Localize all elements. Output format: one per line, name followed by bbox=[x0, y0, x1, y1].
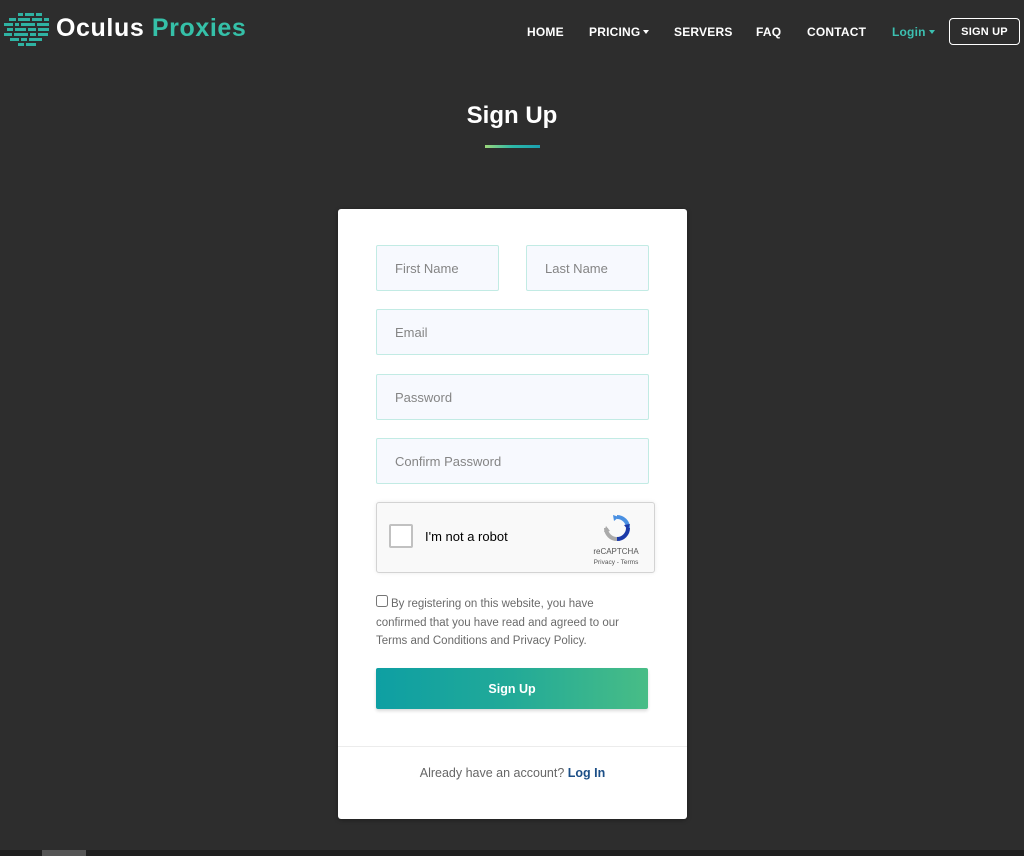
nav-servers[interactable]: SERVERS bbox=[674, 24, 733, 40]
recaptcha-checkbox[interactable] bbox=[389, 524, 413, 548]
caret-down-icon bbox=[928, 30, 935, 34]
nav-contact[interactable]: CONTACT bbox=[807, 24, 866, 40]
brand-name: Oculus Proxies bbox=[56, 13, 247, 42]
nav-faq[interactable]: FAQ bbox=[756, 24, 781, 40]
top-navbar: Oculus Proxies HOME PRICING SERVERS FAQ … bbox=[0, 0, 1024, 62]
recaptcha-terms-link[interactable]: Terms bbox=[621, 559, 639, 566]
nav-login-label: Login bbox=[892, 25, 926, 39]
signup-submit-button[interactable]: Sign Up bbox=[376, 668, 648, 709]
nav-pricing-label: PRICING bbox=[589, 25, 641, 39]
login-link[interactable]: Log In bbox=[568, 766, 606, 780]
login-prompt: Already have an account? Log In bbox=[338, 766, 687, 780]
recaptcha-widget: I'm not a robot reCAPTCHA Privacy - Term… bbox=[376, 502, 655, 573]
scrollbar-thumb[interactable] bbox=[42, 850, 86, 856]
password-input[interactable] bbox=[376, 374, 649, 420]
terms-text: By registering on this website, you have… bbox=[376, 598, 619, 647]
recaptcha-label: I'm not a robot bbox=[425, 529, 508, 544]
bottom-strip bbox=[0, 850, 1024, 856]
brand-logo-icon bbox=[4, 13, 49, 46]
title-underline bbox=[485, 145, 540, 148]
recaptcha-links: Privacy - Terms bbox=[583, 559, 649, 566]
brand-logo[interactable]: Oculus Proxies bbox=[4, 8, 246, 48]
last-name-input[interactable] bbox=[526, 245, 649, 291]
email-input[interactable] bbox=[376, 309, 649, 355]
nav-login[interactable]: Login bbox=[892, 24, 935, 40]
signup-card: I'm not a robot reCAPTCHA Privacy - Term… bbox=[338, 209, 687, 819]
first-name-input[interactable] bbox=[376, 245, 499, 291]
nav-signup-button[interactable]: SIGN UP bbox=[949, 18, 1020, 45]
recaptcha-privacy-link[interactable]: Privacy bbox=[594, 559, 615, 566]
card-divider bbox=[338, 746, 687, 747]
nav-pricing[interactable]: PRICING bbox=[589, 24, 650, 40]
page-title: Sign Up bbox=[466, 102, 558, 129]
recaptcha-brand: reCAPTCHA bbox=[593, 547, 639, 556]
login-prompt-text: Already have an account? bbox=[419, 766, 565, 780]
confirm-password-input[interactable] bbox=[376, 438, 649, 484]
caret-down-icon bbox=[643, 30, 650, 34]
recaptcha-icon bbox=[604, 515, 630, 541]
nav-home[interactable]: HOME bbox=[527, 24, 564, 40]
